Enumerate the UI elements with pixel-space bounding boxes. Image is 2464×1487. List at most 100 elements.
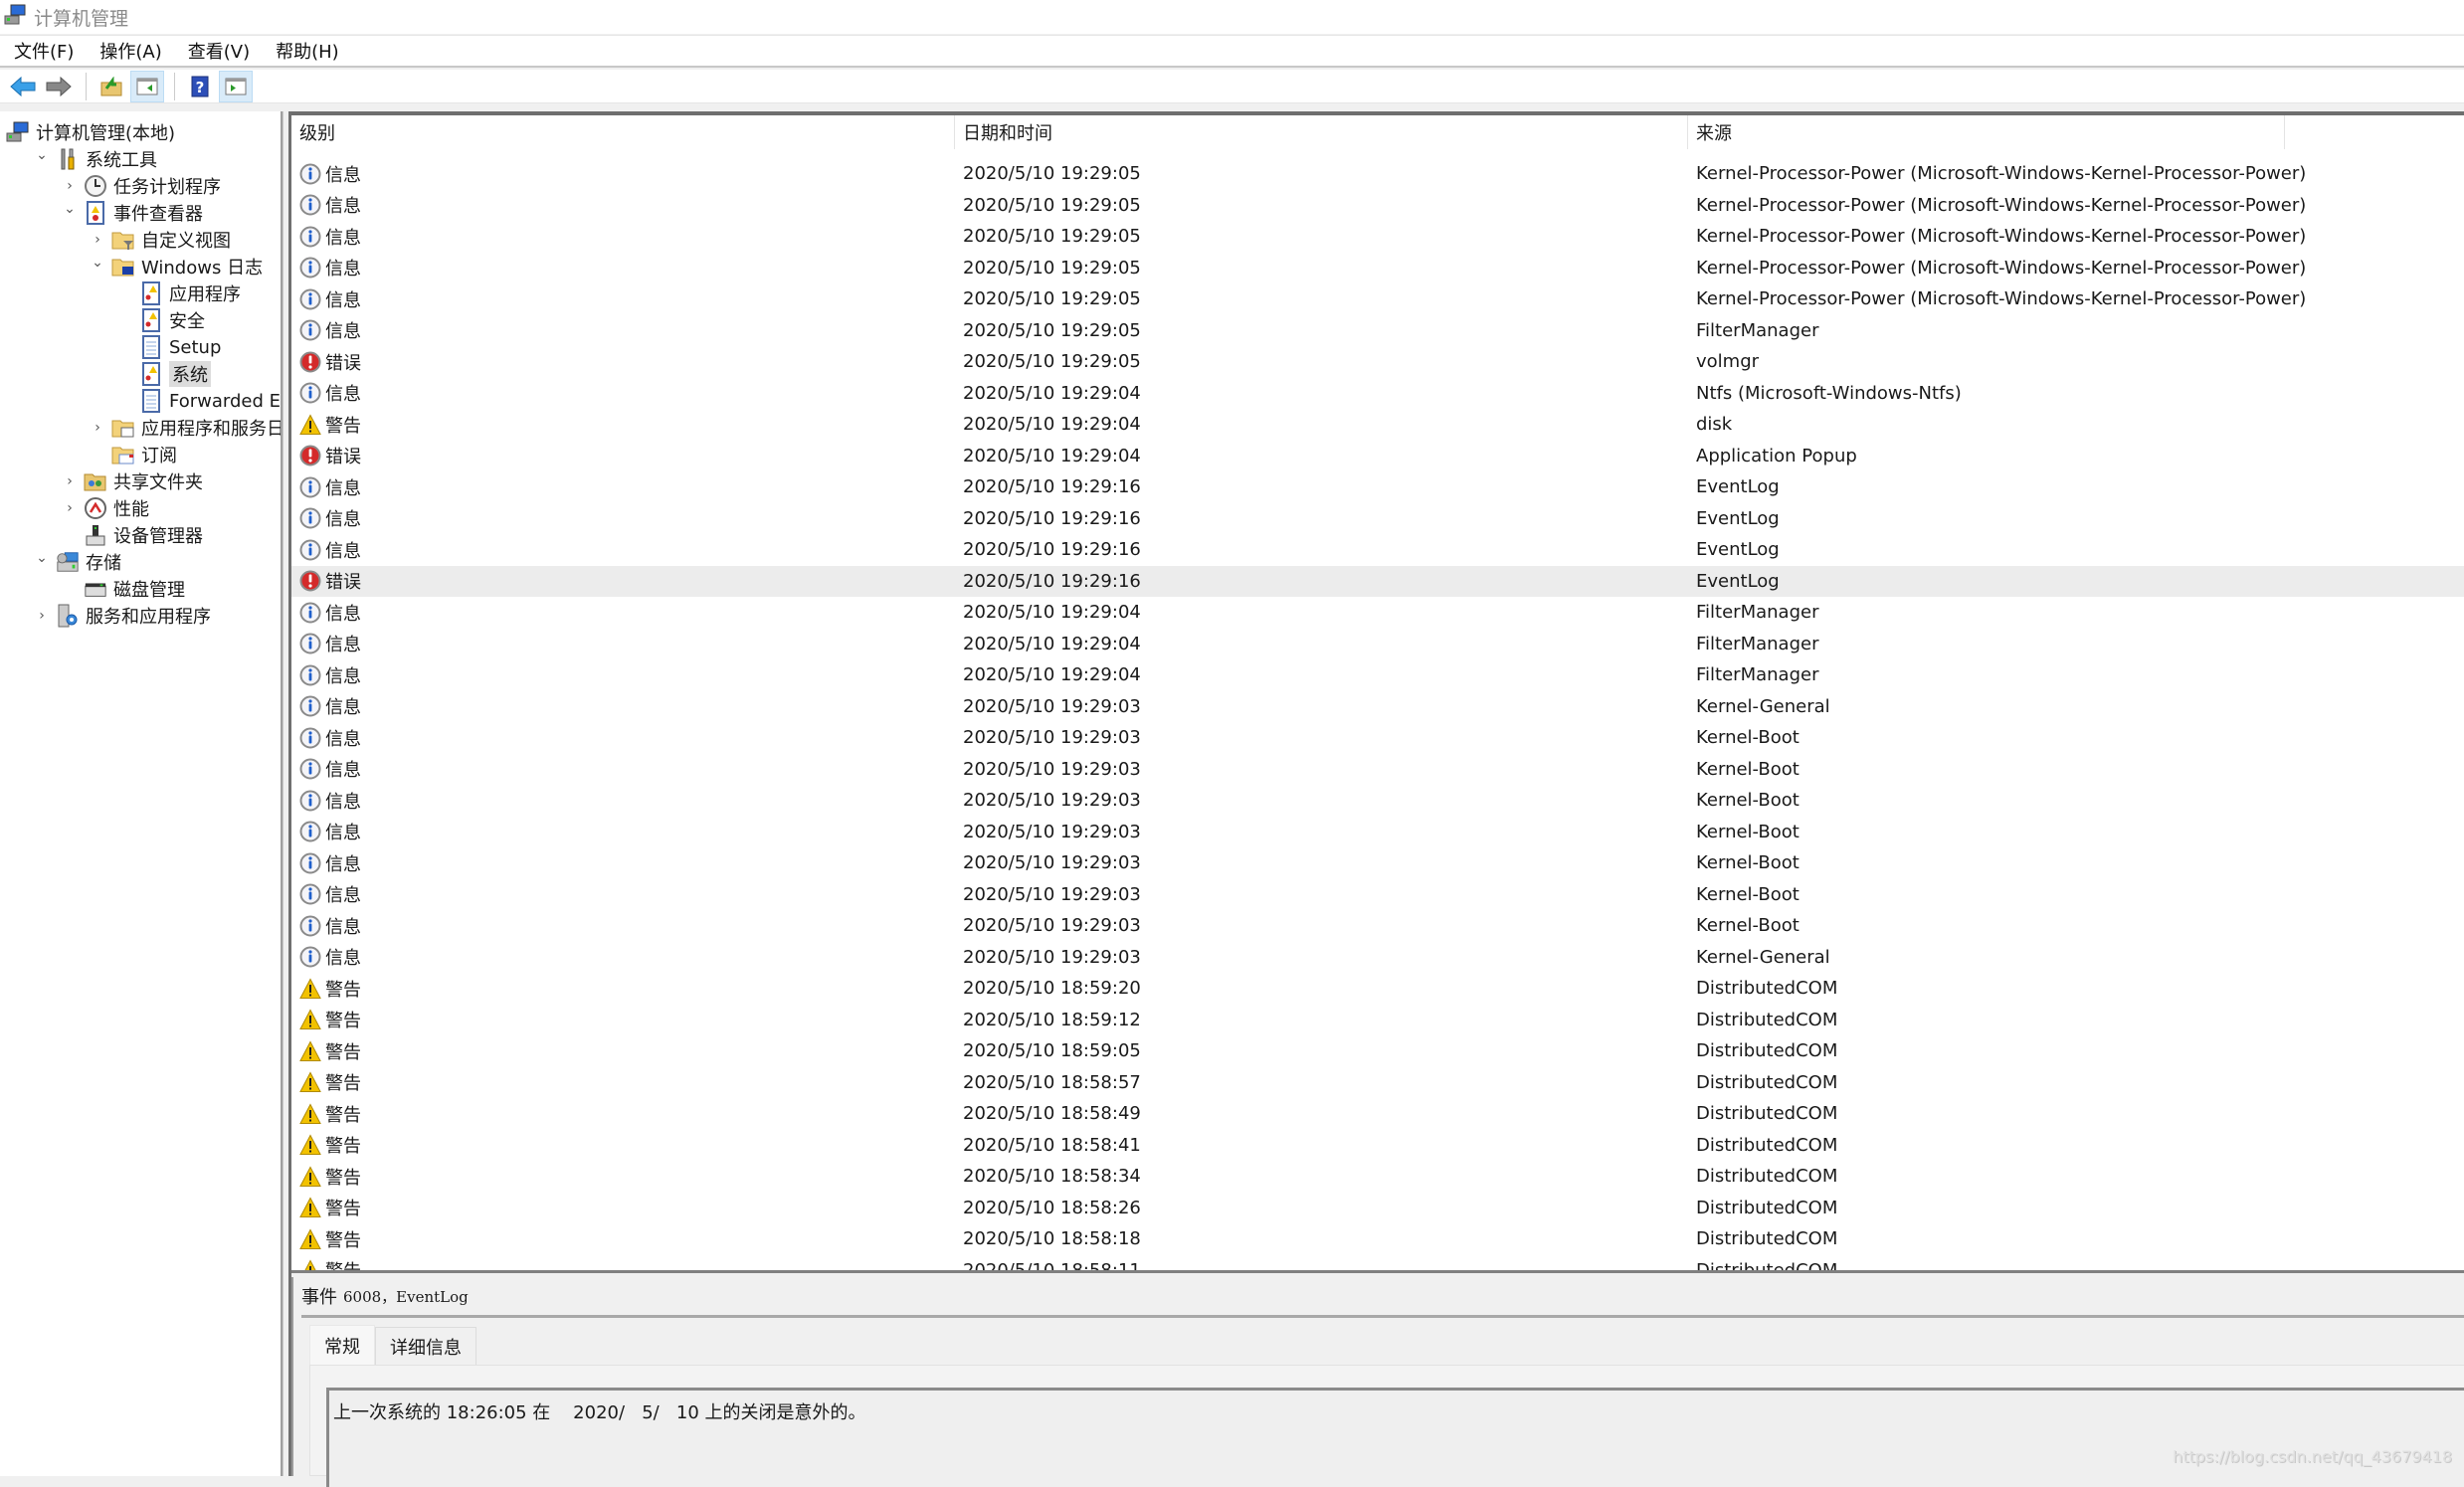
tree-node[interactable]: ⌄Windows 日志 — [90, 254, 263, 279]
forward-button[interactable] — [42, 71, 76, 102]
table-row[interactable]: 信息2020/5/10 19:29:04FilterManager — [291, 629, 2464, 660]
table-row[interactable]: 信息2020/5/10 19:29:03Kernel-Boot — [291, 722, 2464, 754]
table-row[interactable]: 警告2020/5/10 18:59:12DistributedCOM — [291, 1005, 2464, 1036]
chevron-down-icon[interactable]: ⌄ — [62, 201, 78, 217]
table-row[interactable]: 警告2020/5/10 18:58:11DistributedCOM — [291, 1255, 2464, 1274]
table-row[interactable]: 警告2020/5/10 18:58:26DistributedCOM — [291, 1193, 2464, 1224]
table-row[interactable]: 警告2020/5/10 18:58:49DistributedCOM — [291, 1098, 2464, 1130]
column-header-source[interactable]: 来源 — [1688, 115, 2285, 149]
level-text: 信息 — [325, 474, 361, 500]
table-row[interactable]: 信息2020/5/10 19:29:04FilterManager — [291, 597, 2464, 629]
table-row[interactable]: 信息2020/5/10 19:29:03Kernel-Boot — [291, 785, 2464, 817]
table-row[interactable]: 错误2020/5/10 19:29:04Application Popup — [291, 441, 2464, 472]
table-row[interactable]: 信息2020/5/10 19:29:16EventLog — [291, 471, 2464, 503]
table-row[interactable]: 信息2020/5/10 19:29:05Kernel-Processor-Pow… — [291, 253, 2464, 284]
cell-source: Kernel-Boot — [1696, 847, 1800, 879]
tree-node[interactable]: ⌄ 系统工具 — [34, 146, 157, 172]
tree-node[interactable]: 系统 — [117, 361, 211, 387]
chevron-right-icon[interactable]: › — [34, 608, 50, 624]
cell-source: EventLog — [1696, 534, 1780, 566]
cell-level: 信息 — [299, 315, 361, 347]
table-row[interactable]: 信息2020/5/10 19:29:03Kernel-General — [291, 942, 2464, 974]
menu-file[interactable]: 文件(F) — [14, 38, 74, 64]
cell-level: 警告 — [299, 1067, 361, 1099]
table-row[interactable]: 信息2020/5/10 19:29:03Kernel-Boot — [291, 817, 2464, 848]
tree-node[interactable]: 应用程序 — [117, 280, 241, 306]
tree-node[interactable]: Forwarded Even — [117, 388, 283, 414]
table-row[interactable]: 信息2020/5/10 19:29:16EventLog — [291, 534, 2464, 566]
table-row[interactable]: 信息2020/5/10 19:29:03Kernel-Boot — [291, 847, 2464, 879]
table-row[interactable]: 信息2020/5/10 19:29:03Kernel-General — [291, 691, 2464, 723]
back-button[interactable] — [6, 71, 40, 102]
help-button[interactable]: ? — [183, 71, 217, 102]
tree-node[interactable]: ›共享文件夹 — [62, 468, 203, 494]
tree-node[interactable]: ›任务计划程序 — [62, 173, 221, 199]
chevron-right-icon[interactable]: › — [62, 473, 78, 489]
tree-node[interactable]: ⌄ 存储 — [34, 549, 121, 575]
column-header-event-id[interactable] — [2285, 115, 2464, 149]
chevron-down-icon[interactable]: ⌄ — [34, 147, 50, 163]
table-row[interactable]: 警告2020/5/10 18:59:20DistributedCOM — [291, 973, 2464, 1005]
tree-node[interactable]: ›应用程序和服务日志 — [90, 415, 283, 441]
cell-level: 警告 — [299, 409, 361, 441]
column-header-datetime[interactable]: 日期和时间 — [955, 115, 1688, 149]
level-text: 信息 — [325, 192, 361, 218]
tab-general[interactable]: 常规 — [309, 1325, 375, 1365]
tree-node[interactable]: 安全 — [117, 307, 205, 333]
tree-node[interactable]: ›自定义视图 — [90, 227, 231, 253]
toolbar-separator — [86, 73, 87, 100]
tree-node[interactable]: Setup — [117, 334, 221, 360]
table-row[interactable]: 警告2020/5/10 19:29:04disk — [291, 409, 2464, 441]
table-row[interactable]: 错误2020/5/10 19:29:05volmgr — [291, 346, 2464, 378]
level-text: 警告 — [325, 1195, 361, 1220]
action-pane-icon — [225, 78, 247, 95]
table-row[interactable]: 错误2020/5/10 19:29:16EventLog — [291, 566, 2464, 598]
table-row[interactable]: 信息2020/5/10 19:29:16EventLog — [291, 503, 2464, 535]
menu-view[interactable]: 查看(V) — [188, 38, 250, 64]
table-row[interactable]: 警告2020/5/10 18:59:05DistributedCOM — [291, 1035, 2464, 1067]
tree-node-label: 系统工具 — [86, 146, 157, 172]
cell-level: 信息 — [299, 597, 361, 629]
tree-node[interactable]: ›性能 — [62, 495, 149, 521]
tree-node[interactable]: ›服务和应用程序 — [34, 603, 211, 629]
chevron-right-icon[interactable]: › — [90, 420, 105, 436]
menu-help[interactable]: 帮助(H) — [276, 38, 339, 64]
table-row[interactable]: 信息2020/5/10 19:29:05Kernel-Processor-Pow… — [291, 190, 2464, 222]
table-row[interactable]: 信息2020/5/10 19:29:05Kernel-Processor-Pow… — [291, 221, 2464, 253]
show-hide-console-tree-button[interactable] — [130, 71, 164, 102]
cell-source: Kernel-Boot — [1696, 817, 1800, 848]
table-row[interactable]: 警告2020/5/10 18:58:18DistributedCOM — [291, 1223, 2464, 1255]
tree-node[interactable]: 计算机管理(本地) — [6, 119, 175, 145]
tree-node-label: 存储 — [86, 549, 121, 575]
menu-action[interactable]: 操作(A) — [99, 38, 161, 64]
tree-node[interactable]: 磁盘管理 — [62, 576, 185, 602]
up-folder-button[interactable] — [95, 71, 128, 102]
table-row[interactable]: 警告2020/5/10 18:58:57DistributedCOM — [291, 1067, 2464, 1099]
event-message[interactable]: 上一次系统的 18:26:05 在 2020/ 5/ 10 上的关闭是意外的。 — [326, 1388, 2464, 1487]
tree-node[interactable]: ⌄事件查看器 — [62, 200, 203, 226]
chevron-down-icon[interactable]: ⌄ — [90, 255, 105, 271]
table-row[interactable]: 信息2020/5/10 19:29:03Kernel-Boot — [291, 879, 2464, 911]
table-row[interactable]: 信息2020/5/10 19:29:05FilterManager — [291, 315, 2464, 347]
chevron-right-icon[interactable]: › — [62, 178, 78, 194]
tree-node[interactable]: 设备管理器 — [62, 522, 203, 548]
table-row[interactable]: 信息2020/5/10 19:29:05Kernel-Processor-Pow… — [291, 158, 2464, 190]
table-row[interactable]: 信息2020/5/10 19:29:04FilterManager — [291, 659, 2464, 691]
column-header-level[interactable]: 级别 — [291, 115, 955, 149]
table-row[interactable]: 警告2020/5/10 18:58:41DistributedCOM — [291, 1130, 2464, 1162]
warning-icon — [299, 1071, 321, 1093]
chevron-right-icon[interactable]: › — [90, 232, 105, 248]
pane-splitter[interactable] — [283, 111, 291, 1476]
chevron-down-icon[interactable]: ⌄ — [34, 550, 50, 566]
tree-node[interactable]: 订阅 — [90, 442, 177, 467]
table-row[interactable]: 信息2020/5/10 19:29:03Kernel-Boot — [291, 754, 2464, 786]
table-row[interactable]: 信息2020/5/10 19:29:03Kernel-Boot — [291, 910, 2464, 942]
table-row[interactable]: 警告2020/5/10 18:58:34DistributedCOM — [291, 1161, 2464, 1193]
tree-node-label: 磁盘管理 — [113, 576, 185, 602]
show-hide-action-pane-button[interactable] — [219, 71, 253, 102]
subscription-folder-icon — [111, 443, 135, 466]
tab-details[interactable]: 详细信息 — [375, 1327, 476, 1365]
table-row[interactable]: 信息2020/5/10 19:29:05Kernel-Processor-Pow… — [291, 283, 2464, 315]
table-row[interactable]: 信息2020/5/10 19:29:04Ntfs (Microsoft-Wind… — [291, 378, 2464, 410]
chevron-right-icon[interactable]: › — [62, 500, 78, 516]
